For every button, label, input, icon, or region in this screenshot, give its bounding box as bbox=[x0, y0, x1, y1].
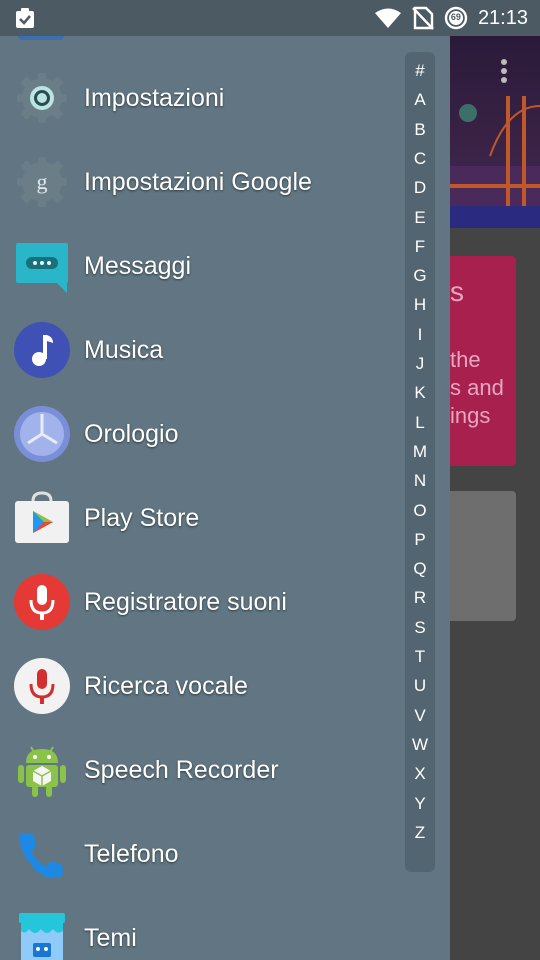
messages-icon bbox=[13, 237, 71, 295]
index-letter[interactable]: W bbox=[405, 735, 435, 755]
card-text-line: s bbox=[450, 276, 464, 307]
app-item-impostazioni[interactable]: Impostazioni bbox=[0, 56, 400, 140]
google-settings-icon: g bbox=[13, 153, 71, 211]
voice-search-icon bbox=[13, 657, 71, 715]
background-app: s the s and ings bbox=[450, 36, 540, 960]
app-label: Temi bbox=[84, 923, 137, 952]
themes-icon bbox=[13, 909, 71, 960]
index-letter[interactable]: G bbox=[405, 266, 435, 286]
index-letter[interactable]: N bbox=[405, 471, 435, 491]
clock-icon bbox=[13, 405, 71, 463]
settings-gear-icon bbox=[13, 69, 71, 127]
index-letter[interactable]: D bbox=[405, 178, 435, 198]
index-letter[interactable]: X bbox=[405, 764, 435, 784]
index-letter[interactable]: A bbox=[405, 90, 435, 110]
app-label: Telefono bbox=[84, 839, 179, 868]
feature-card[interactable]: s the s and ings bbox=[450, 256, 516, 466]
app-label: Messaggi bbox=[84, 251, 191, 280]
app-label: Impostazioni bbox=[84, 83, 225, 112]
index-letter[interactable]: L bbox=[405, 413, 435, 433]
clipboard-check-icon bbox=[14, 7, 36, 29]
android-icon bbox=[13, 741, 71, 799]
secondary-card[interactable] bbox=[450, 491, 516, 621]
wifi-icon bbox=[374, 7, 402, 29]
index-letter[interactable]: P bbox=[405, 530, 435, 550]
header-image bbox=[450, 36, 540, 228]
alphabet-index[interactable]: # A B C D E F G H I J K L M N O P Q R S T U V W X Y Z bbox=[405, 52, 435, 872]
index-letter[interactable]: K bbox=[405, 383, 435, 403]
app-item-telefono[interactable]: Telefono bbox=[0, 812, 400, 896]
app-item-impostazioni-google[interactable]: g Impostazioni Google bbox=[0, 140, 400, 224]
svg-text:g: g bbox=[37, 169, 48, 194]
index-letter[interactable]: U bbox=[405, 676, 435, 696]
index-letter[interactable]: R bbox=[405, 588, 435, 608]
music-icon bbox=[13, 321, 71, 379]
index-letter[interactable]: Q bbox=[405, 559, 435, 579]
index-letter[interactable]: H bbox=[405, 295, 435, 315]
index-letter[interactable]: T bbox=[405, 647, 435, 667]
index-letter[interactable]: E bbox=[405, 208, 435, 228]
battery-level: 69 bbox=[450, 12, 461, 22]
app-label: Musica bbox=[84, 335, 164, 364]
index-letter[interactable]: O bbox=[405, 501, 435, 521]
app-label: Speech Recorder bbox=[84, 755, 279, 784]
battery-icon: 69 bbox=[444, 6, 468, 30]
app-label: Orologio bbox=[84, 419, 179, 448]
app-item-musica[interactable]: Musica bbox=[0, 308, 400, 392]
app-label: Impostazioni Google bbox=[84, 167, 312, 196]
sound-recorder-icon bbox=[13, 573, 71, 631]
status-bar: 69 21:13 bbox=[0, 0, 540, 36]
app-label: Play Store bbox=[84, 503, 200, 532]
app-list: Impostazioni g Impostazioni Google Messa… bbox=[0, 56, 400, 960]
play-store-icon bbox=[13, 489, 71, 547]
index-letter[interactable]: S bbox=[405, 618, 435, 638]
card-text-line: ings bbox=[450, 403, 491, 428]
app-label: Registratore suoni bbox=[84, 587, 287, 616]
index-letter[interactable]: B bbox=[405, 120, 435, 140]
previous-app-icon-edge bbox=[18, 36, 64, 40]
card-text-line: the bbox=[450, 347, 481, 372]
app-label: Ricerca vocale bbox=[84, 671, 248, 700]
clock-time: 21:13 bbox=[477, 6, 528, 29]
index-letter[interactable]: # bbox=[405, 61, 435, 81]
index-letter[interactable]: V bbox=[405, 706, 435, 726]
app-item-play-store[interactable]: Play Store bbox=[0, 476, 400, 560]
app-drawer: Impostazioni g Impostazioni Google Messa… bbox=[0, 36, 450, 960]
app-item-orologio[interactable]: Orologio bbox=[0, 392, 400, 476]
index-letter[interactable]: Z bbox=[405, 823, 435, 843]
phone-icon bbox=[13, 825, 71, 883]
card-text-line: s and bbox=[450, 375, 504, 400]
index-letter[interactable]: J bbox=[405, 354, 435, 374]
app-item-temi[interactable]: Temi bbox=[0, 896, 400, 960]
no-sim-icon bbox=[412, 6, 434, 30]
index-letter[interactable]: M bbox=[405, 442, 435, 462]
index-letter[interactable]: C bbox=[405, 149, 435, 169]
app-item-registratore-suoni[interactable]: Registratore suoni bbox=[0, 560, 400, 644]
index-letter[interactable]: F bbox=[405, 237, 435, 257]
app-item-speech-recorder[interactable]: Speech Recorder bbox=[0, 728, 400, 812]
app-item-messaggi[interactable]: Messaggi bbox=[0, 224, 400, 308]
status-icons: 69 21:13 bbox=[374, 0, 528, 36]
app-item-ricerca-vocale[interactable]: Ricerca vocale bbox=[0, 644, 400, 728]
overflow-menu-icon[interactable] bbox=[500, 58, 508, 89]
index-letter[interactable]: Y bbox=[405, 794, 435, 814]
index-letter[interactable]: I bbox=[405, 325, 435, 345]
